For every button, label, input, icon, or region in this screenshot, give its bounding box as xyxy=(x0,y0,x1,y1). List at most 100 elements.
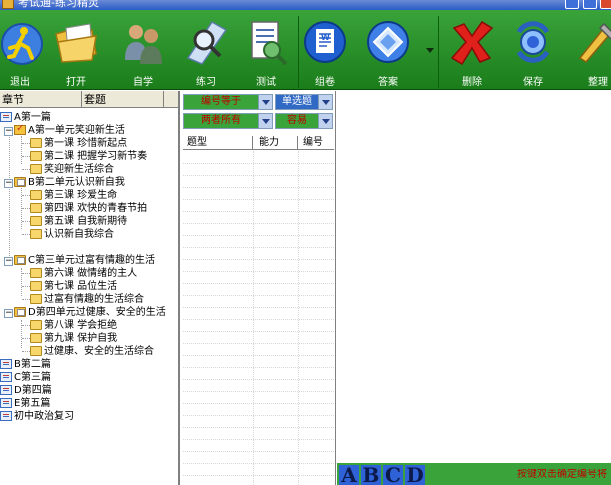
tree-node-label: 初中政治复习 xyxy=(14,411,74,422)
grid-line xyxy=(183,199,334,200)
tree-node-label: 第五课 自我新期待 xyxy=(44,216,128,227)
tree-node-lesson[interactable]: 认识新自我综合 xyxy=(30,228,114,241)
question-table-header: 题型 能力 编号 xyxy=(183,136,334,150)
exit-button[interactable]: 退出 xyxy=(0,10,43,90)
tree-node-unit[interactable]: C第三单元过富有情趣的生活 xyxy=(14,254,155,267)
chevron-down-icon[interactable] xyxy=(318,114,332,128)
self-study-label: 自学 xyxy=(133,77,153,88)
tree-node-lesson[interactable]: 过富有情趣的生活综合 xyxy=(30,293,144,306)
number-filter-select[interactable]: 编号等于 xyxy=(183,94,273,110)
answers-button[interactable]: 答案 xyxy=(360,10,416,90)
tree-connector xyxy=(22,338,30,339)
answers-dropdown-arrow[interactable] xyxy=(426,48,434,53)
app-icon xyxy=(2,0,14,9)
tree-node-unit[interactable]: B第二单元认识新自我 xyxy=(14,176,125,189)
question-table: 题型 能力 编号 xyxy=(183,136,334,485)
folder-icon xyxy=(30,294,42,304)
answer-d-button[interactable]: D xyxy=(405,465,425,485)
practice-button[interactable]: 练习 xyxy=(178,10,234,90)
tree-connector xyxy=(22,325,30,326)
tree-node-label: 第一课 珍惜新起点 xyxy=(44,138,128,149)
scope-filter-value: 两者所有 xyxy=(201,115,241,126)
tree-node-lesson[interactable]: 第八课 学会拒绝 xyxy=(30,319,117,332)
tree-node-lesson[interactable]: 第五课 自我新期待 xyxy=(30,215,127,228)
tree-node-lesson[interactable]: 第三课 珍爱生命 xyxy=(30,189,117,202)
tree-node-unit[interactable]: D第四单元过健康、安全的生活 xyxy=(14,306,166,319)
collapse-toggle[interactable]: − xyxy=(4,179,13,188)
column-header-number[interactable]: 编号 xyxy=(298,136,334,150)
tree-connector xyxy=(22,351,30,352)
tree-node-book[interactable]: E第五篇 xyxy=(0,397,50,410)
tree-node-book[interactable]: D第四篇 xyxy=(0,384,52,397)
tree-node-book[interactable]: B第二篇 xyxy=(0,358,51,371)
tab-question-sets[interactable]: 套题 xyxy=(82,91,164,108)
assemble-button[interactable]: W 组卷 xyxy=(300,10,350,90)
answer-a-button[interactable]: A xyxy=(339,465,359,485)
tree-node-lesson[interactable]: 笑迎新生活综合 xyxy=(30,163,114,176)
chevron-down-icon[interactable] xyxy=(258,114,272,128)
folder-check-icon xyxy=(14,122,26,135)
collapse-toggle[interactable]: − xyxy=(4,127,13,136)
open-button[interactable]: 打开 xyxy=(50,10,102,90)
self-study-button[interactable]: 自学 xyxy=(116,10,170,90)
tree-node-lesson[interactable]: 第四课 欢快的青春节拍 xyxy=(30,202,147,215)
book-icon xyxy=(0,112,12,122)
tree-node-label: 第四课 欢快的青春节拍 xyxy=(44,203,148,214)
folder-icon xyxy=(30,151,42,161)
toolbar: 退出 打开 自学 练习 测试 W 组卷 答案 删除 保存 整理 xyxy=(0,10,611,90)
close-button[interactable] xyxy=(600,0,611,9)
column-header-type[interactable]: 题型 xyxy=(183,136,253,150)
collapse-toggle[interactable]: − xyxy=(4,309,13,318)
toolbar-separator xyxy=(298,16,299,88)
answer-c-button[interactable]: C xyxy=(383,465,403,485)
grid-line xyxy=(183,187,334,188)
scope-filter-select[interactable]: 两者所有 xyxy=(183,113,273,129)
tree-node-lesson[interactable]: 第二课 把握学习新节奏 xyxy=(30,150,147,163)
answer-b-button[interactable]: B xyxy=(361,465,381,485)
tree-node-label: C第三单元过富有情趣的生活 xyxy=(28,255,155,266)
tree-node-lesson[interactable]: 第七课 品位生活 xyxy=(30,280,117,293)
grid-line xyxy=(253,151,254,485)
answer-hint-text: 按键双击确定编号将 xyxy=(517,469,607,480)
open-folder-icon xyxy=(55,23,97,63)
tree-node-book[interactable]: 初中政治复习 xyxy=(0,410,74,423)
tree-node-lesson[interactable]: 第九课 保护自我 xyxy=(30,332,117,345)
grid-line xyxy=(183,319,334,320)
difficulty-select[interactable]: 容易 xyxy=(275,113,333,129)
word-document-icon: W xyxy=(304,21,346,63)
column-header-ability[interactable]: 能力 xyxy=(253,136,298,150)
tree-node-book[interactable]: A第一篇 xyxy=(0,111,51,124)
save-button[interactable]: 保存 xyxy=(506,10,560,90)
tree-node-lesson[interactable]: 第六课 做情绪的主人 xyxy=(30,267,137,280)
tree-node-label: 第二课 把握学习新节奏 xyxy=(44,151,148,162)
maximize-button[interactable] xyxy=(583,0,597,9)
chevron-down-icon[interactable] xyxy=(258,95,272,109)
grid-line xyxy=(183,307,334,308)
minimize-button[interactable] xyxy=(565,0,579,9)
running-man-icon xyxy=(1,23,43,65)
tree-node-lesson[interactable]: 第一课 珍惜新起点 xyxy=(30,137,127,150)
chapter-tree: A第一篇 − A第一单元笑迎新生活 第一课 珍惜新起点 第二课 把握学习新节奏 … xyxy=(0,109,178,485)
delete-button[interactable]: 删除 xyxy=(446,10,498,90)
test-button[interactable]: 测试 xyxy=(238,10,294,90)
grid-line xyxy=(183,367,334,368)
answers-label: 答案 xyxy=(378,77,398,88)
collapse-toggle[interactable]: − xyxy=(4,257,13,266)
tab-chapters[interactable]: 章节 xyxy=(0,91,82,108)
tree-connector xyxy=(22,234,30,235)
grid-line xyxy=(183,283,334,284)
folder-icon xyxy=(30,320,42,330)
svg-text:W: W xyxy=(321,33,330,42)
test-label: 测试 xyxy=(256,77,276,88)
tree-node-unit[interactable]: A第一单元笑迎新生活 xyxy=(14,122,125,137)
tree-node-lesson[interactable]: 过健康、安全的生活综合 xyxy=(30,345,154,358)
organize-tools-icon xyxy=(578,22,611,63)
chevron-down-icon[interactable] xyxy=(318,95,332,109)
question-type-select[interactable]: 单选题 xyxy=(275,94,333,110)
assemble-label: 组卷 xyxy=(315,77,335,88)
answer-bar: A B C D 按键双击确定编号将 xyxy=(337,463,611,485)
organize-button[interactable]: 整理 xyxy=(570,10,611,90)
left-tabs: 章节 套题 xyxy=(0,91,178,108)
tree-node-book[interactable]: C第三篇 xyxy=(0,371,51,384)
tree-node-label: 认识新自我综合 xyxy=(44,229,114,240)
